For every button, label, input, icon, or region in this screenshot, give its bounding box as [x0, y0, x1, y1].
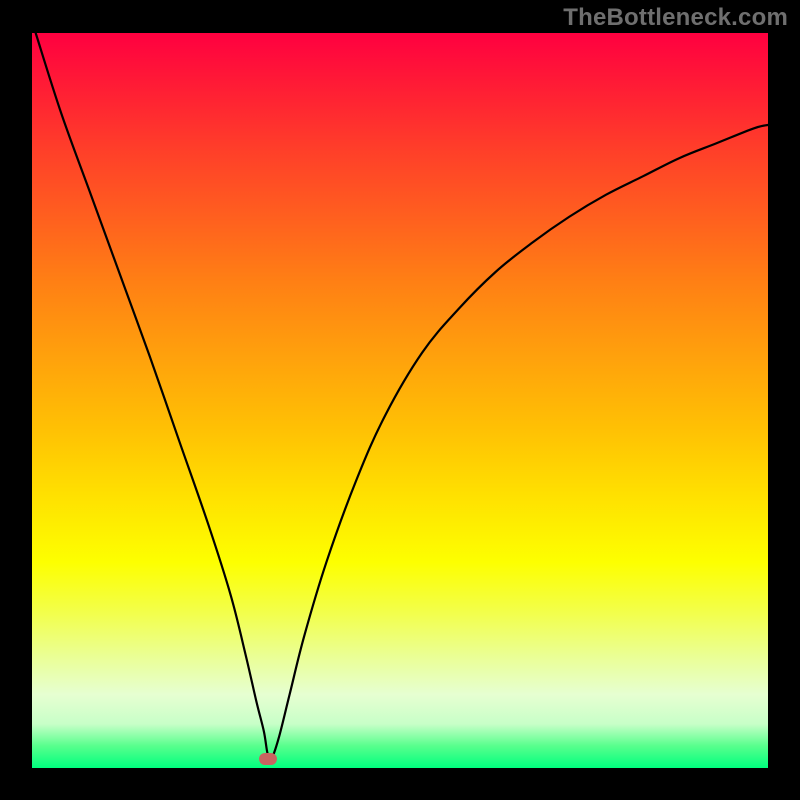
min-point-marker — [259, 753, 277, 765]
plot-area — [32, 33, 768, 768]
chart-frame: TheBottleneck.com — [0, 0, 800, 800]
watermark-text: TheBottleneck.com — [563, 4, 788, 32]
bottleneck-curve — [32, 33, 768, 768]
